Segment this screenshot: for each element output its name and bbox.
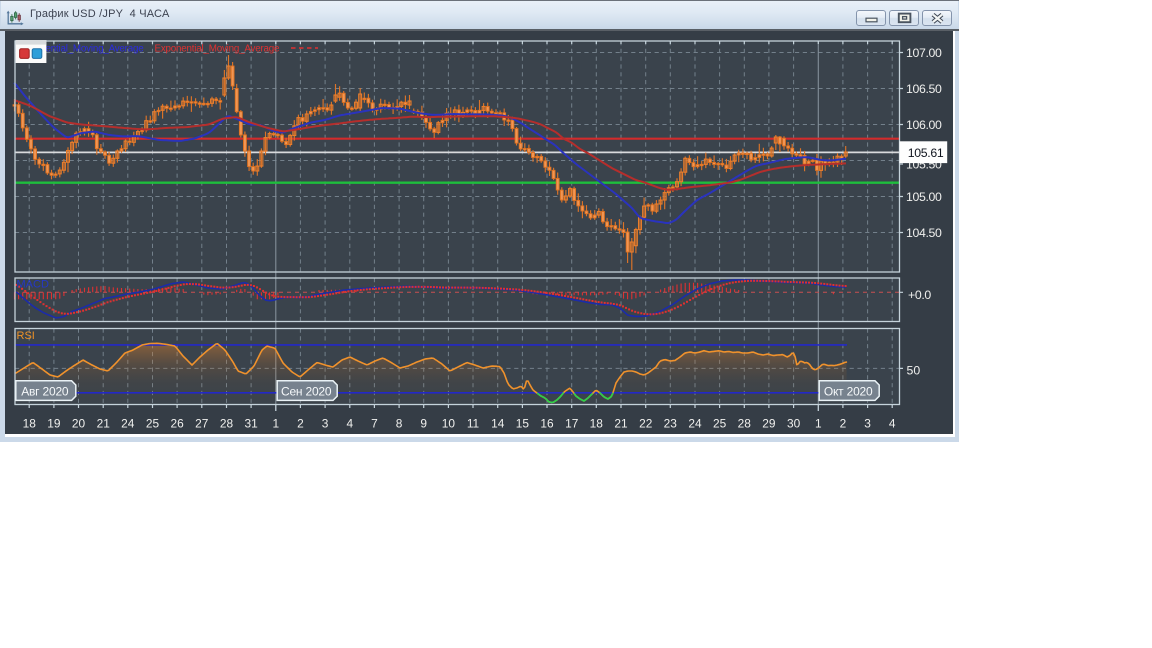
svg-text:Сен 2020: Сен 2020 bbox=[281, 384, 332, 398]
svg-text:30: 30 bbox=[787, 416, 801, 430]
svg-text:24: 24 bbox=[121, 416, 135, 430]
svg-text:28: 28 bbox=[220, 416, 234, 430]
svg-text:106.00: 106.00 bbox=[906, 118, 942, 132]
svg-text:20: 20 bbox=[72, 416, 86, 430]
svg-text:MACD: MACD bbox=[17, 279, 49, 291]
svg-text:28: 28 bbox=[738, 416, 752, 430]
svg-text:31: 31 bbox=[244, 416, 258, 430]
svg-text:27: 27 bbox=[195, 416, 209, 430]
svg-text:10: 10 bbox=[442, 416, 456, 430]
svg-text:8: 8 bbox=[396, 416, 403, 430]
svg-text:22: 22 bbox=[639, 416, 653, 430]
svg-text:2: 2 bbox=[840, 416, 847, 430]
svg-text:21: 21 bbox=[97, 416, 111, 430]
svg-text:11: 11 bbox=[467, 416, 480, 430]
svg-text:9: 9 bbox=[420, 416, 427, 430]
svg-text:24: 24 bbox=[688, 416, 702, 430]
svg-text:4: 4 bbox=[346, 416, 353, 430]
svg-text:4: 4 bbox=[889, 416, 896, 430]
svg-text:107.00: 107.00 bbox=[906, 46, 942, 60]
svg-text:Авг 2020: Авг 2020 bbox=[21, 384, 69, 398]
svg-text:25: 25 bbox=[146, 416, 160, 430]
svg-text:3: 3 bbox=[322, 416, 329, 430]
svg-text:+0.0: +0.0 bbox=[908, 288, 931, 302]
svg-text:Exponential_Moving_Average: Exponential_Moving_Average bbox=[155, 44, 281, 55]
svg-text:26: 26 bbox=[170, 416, 184, 430]
svg-text:7: 7 bbox=[371, 416, 378, 430]
svg-text:RSI: RSI bbox=[17, 330, 35, 342]
svg-text:19: 19 bbox=[47, 416, 61, 430]
svg-text:17: 17 bbox=[565, 416, 579, 430]
svg-text:2: 2 bbox=[297, 416, 304, 430]
svg-text:18: 18 bbox=[23, 416, 37, 430]
svg-text:3: 3 bbox=[864, 416, 871, 430]
svg-text:25: 25 bbox=[713, 416, 727, 430]
svg-text:16: 16 bbox=[540, 416, 554, 430]
svg-text:104.50: 104.50 bbox=[906, 226, 942, 240]
svg-text:Окт 2020: Окт 2020 bbox=[824, 384, 873, 398]
svg-text:14: 14 bbox=[491, 416, 505, 430]
svg-text:105.00: 105.00 bbox=[906, 190, 942, 204]
svg-text:23: 23 bbox=[664, 416, 678, 430]
svg-text:15: 15 bbox=[516, 416, 530, 430]
svg-text:21: 21 bbox=[614, 416, 628, 430]
svg-text:106.50: 106.50 bbox=[906, 82, 942, 96]
svg-text:105.61: 105.61 bbox=[908, 146, 944, 160]
svg-text:50: 50 bbox=[907, 364, 921, 378]
svg-text:1: 1 bbox=[272, 416, 279, 430]
svg-text:1: 1 bbox=[815, 416, 822, 430]
svg-text:29: 29 bbox=[762, 416, 776, 430]
svg-text:18: 18 bbox=[590, 416, 604, 430]
